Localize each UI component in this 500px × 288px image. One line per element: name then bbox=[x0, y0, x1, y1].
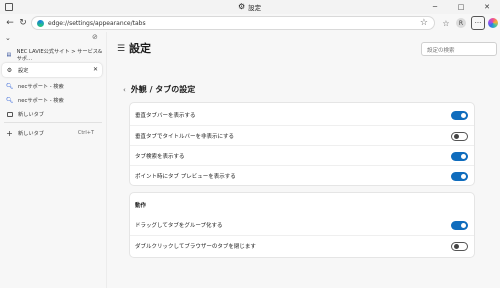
tab-title: 新しいタブ bbox=[18, 111, 44, 118]
settings-page: ☰ 設定 設定の検索 ‹ 外観 / タブの設定 垂直タブバーを表示する 垂直タブ… bbox=[106, 32, 500, 288]
setting-row: ポイント時にタブ プレビューを表示する bbox=[130, 165, 474, 185]
bing-search-icon: 🔍︎ bbox=[5, 82, 14, 90]
setting-label: タブ検索を表示する bbox=[135, 154, 185, 160]
tab-title: 設定 bbox=[18, 67, 29, 74]
behavior-heading: 動作 bbox=[135, 203, 147, 209]
toggle-knob bbox=[461, 223, 466, 228]
tab-preview-toggle[interactable] bbox=[451, 172, 468, 181]
window-title: ⚙ 設定 bbox=[238, 2, 262, 13]
profile-avatar[interactable]: R bbox=[456, 18, 466, 28]
toggle-knob bbox=[454, 134, 459, 139]
close-tab-icon[interactable]: ✕ bbox=[93, 66, 98, 73]
setting-label: ポイント時にタブ プレビューを表示する bbox=[135, 174, 236, 180]
toggle-knob bbox=[454, 244, 459, 249]
close-window-button[interactable]: ✕ bbox=[474, 0, 500, 14]
drag-group-toggle[interactable] bbox=[451, 221, 468, 230]
toggle-knob bbox=[461, 174, 466, 179]
setting-label: ドラッグしてタブをグループ化する bbox=[135, 223, 223, 229]
url-text[interactable]: edge://settings/appearance/tabs bbox=[48, 20, 146, 27]
tab-title: NEC LAVIE公式サイト > サービス&サポ… bbox=[16, 49, 102, 62]
refresh-icon[interactable]: ↻ bbox=[17, 17, 29, 29]
tab-search-toggle[interactable] bbox=[451, 152, 468, 161]
setting-row: タブ検索を表示する bbox=[130, 145, 474, 165]
tab-title: necサポート - 検索 bbox=[18, 97, 64, 104]
sidebar-divider bbox=[4, 122, 102, 123]
page-title: 設定 bbox=[129, 42, 151, 55]
maximize-button[interactable]: □ bbox=[448, 0, 474, 14]
plus-icon: + bbox=[6, 128, 13, 138]
tab-item-active[interactable]: ⚙ 設定 ✕ bbox=[2, 63, 102, 77]
settings-search-input[interactable]: 設定の検索 bbox=[421, 42, 497, 56]
section-title: 外観 / タブの設定 bbox=[130, 85, 196, 94]
back-chevron-icon[interactable]: ‹ bbox=[123, 86, 126, 94]
favorites-icon[interactable]: ☆ bbox=[440, 17, 452, 29]
edge-logo-icon bbox=[37, 20, 44, 27]
favorite-star-icon[interactable]: ☆ bbox=[420, 18, 428, 28]
setting-row: ドラッグしてタブをグループ化する bbox=[130, 215, 474, 235]
pin-pane-icon[interactable]: ⊘ bbox=[92, 33, 98, 41]
tab-item[interactable]: ▤ NEC LAVIE公式サイト > サービス&サポ… bbox=[2, 48, 102, 62]
behavior-card: 動作 ドラッグしてタブをグループ化する ダブルクリックしてブラウザーのタブを閉じ… bbox=[129, 192, 475, 258]
tab-item[interactable]: 🔍︎ necサポート - 検索 bbox=[2, 93, 102, 107]
back-arrow-icon[interactable]: ← bbox=[4, 17, 16, 29]
title-bar: ⚙ 設定 ─ □ ✕ bbox=[0, 0, 500, 14]
vertical-tabs-toggle[interactable] bbox=[451, 111, 468, 120]
sidebar-header: ⌄ ⊘ bbox=[0, 32, 106, 45]
new-tab-shortcut: Ctrl+T bbox=[77, 130, 94, 136]
setting-row: 垂直タブでタイトルバーを非表示にする bbox=[130, 125, 474, 145]
window-controls: ─ □ ✕ bbox=[422, 0, 500, 14]
setting-row: 垂直タブバーを表示する bbox=[130, 105, 474, 125]
gear-icon: ⚙ bbox=[6, 66, 13, 74]
collapse-sidebar-icon[interactable]: ⌄ bbox=[5, 34, 11, 42]
navigation-bar: ← ↻ edge://settings/appearance/tabs ☆ ☆ … bbox=[0, 14, 500, 32]
vertical-tab-sidebar: ⌄ ⊘ ▤ NEC LAVIE公式サイト > サービス&サポ… ⚙ 設定 ✕ 🔍… bbox=[0, 32, 106, 288]
window-title-text: 設定 bbox=[248, 4, 262, 12]
behavior-heading-row: 動作 bbox=[130, 195, 474, 211]
workspaces-icon[interactable] bbox=[5, 3, 13, 11]
tab-page-icon bbox=[5, 110, 14, 119]
toggle-knob bbox=[461, 113, 466, 118]
tab-title: necサポート - 検索 bbox=[18, 83, 64, 90]
hide-titlebar-toggle[interactable] bbox=[451, 132, 468, 141]
new-tab-label: 新しいタブ bbox=[18, 130, 44, 137]
setting-label: 垂直タブでタイトルバーを非表示にする bbox=[135, 134, 235, 140]
gear-icon: ⚙ bbox=[238, 2, 246, 11]
more-options-button[interactable]: ··· bbox=[471, 16, 485, 30]
tab-options-card: 垂直タブバーを表示する 垂直タブでタイトルバーを非表示にする タブ検索を表示する… bbox=[129, 102, 475, 186]
setting-label: ダブルクリックしてブラウザーのタブを閉じます bbox=[135, 244, 256, 250]
copilot-icon[interactable] bbox=[488, 18, 498, 28]
tab-item[interactable]: 🔍︎ necサポート - 検索 bbox=[2, 79, 102, 93]
bing-search-icon: 🔍︎ bbox=[5, 96, 14, 104]
menu-hamburger-icon[interactable]: ☰ bbox=[117, 44, 125, 54]
tab-item[interactable]: 新しいタブ bbox=[2, 107, 102, 121]
double-click-close-toggle[interactable] bbox=[451, 242, 468, 251]
new-tab-button[interactable]: + 新しいタブ Ctrl+T bbox=[2, 126, 102, 140]
minimize-button[interactable]: ─ bbox=[422, 0, 448, 14]
setting-label: 垂直タブバーを表示する bbox=[135, 113, 196, 119]
address-bar[interactable]: edge://settings/appearance/tabs ☆ bbox=[31, 16, 435, 30]
section-header: ‹ 外観 / タブの設定 bbox=[123, 84, 195, 95]
nec-logo-icon: ▤ bbox=[6, 52, 12, 58]
toggle-knob bbox=[461, 154, 466, 159]
setting-row: ダブルクリックしてブラウザーのタブを閉じます bbox=[130, 235, 474, 255]
